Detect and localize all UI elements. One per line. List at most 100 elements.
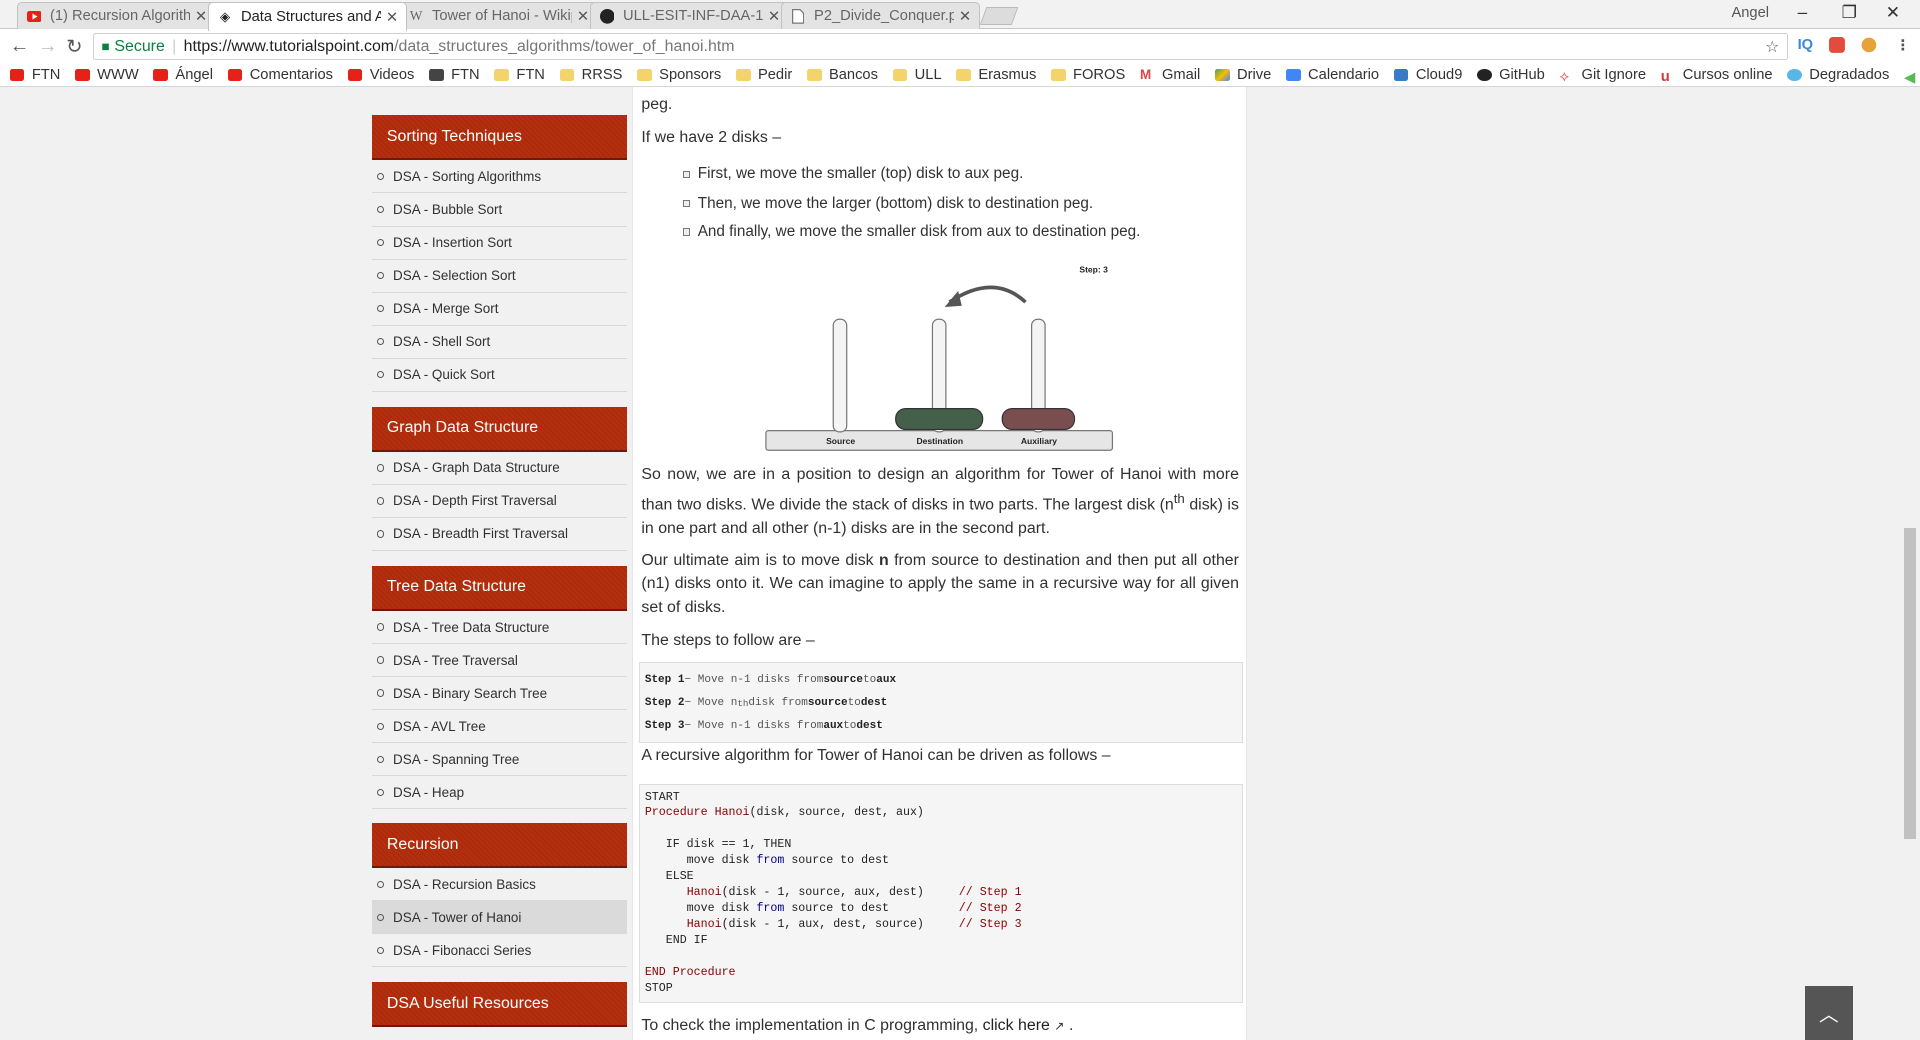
close-window-icon[interactable]: ✕ xyxy=(1886,2,1900,23)
bookmark-item[interactable]: Pedir xyxy=(735,67,792,83)
scrollbar-thumb[interactable] xyxy=(1904,527,1917,839)
bookmark-item[interactable]: Bancos xyxy=(806,66,878,83)
bookmark-item[interactable]: Degradados xyxy=(1787,67,1889,83)
bookmark-label: Calendario xyxy=(1308,66,1380,83)
sidebar-item[interactable]: DSA - Bubble Sort xyxy=(372,193,627,227)
bookmark-star-icon[interactable]: ☆ xyxy=(1765,37,1779,57)
close-icon[interactable]: ✕ xyxy=(386,9,398,26)
peg-label: Source xyxy=(826,436,855,446)
list-item: Then, we move the larger (bottom) disk t… xyxy=(683,195,1093,213)
sidebar-item[interactable]: DSA - Heap xyxy=(372,776,627,810)
reload-icon[interactable]: ↻ xyxy=(66,35,82,59)
cookie-extension-icon[interactable] xyxy=(1861,37,1877,57)
bookmark-icon xyxy=(347,68,363,81)
sidebar-item[interactable]: DSA - Tower of Hanoi xyxy=(372,901,627,935)
bookmark-item[interactable]: RRSS xyxy=(559,66,623,83)
bookmark-icon: ⟡ xyxy=(1559,68,1570,85)
sidebar-item[interactable]: DSA - Insertion Sort xyxy=(372,227,627,260)
bookmark-icon xyxy=(227,68,243,81)
bookmark-item[interactable]: GitHub xyxy=(1477,67,1545,83)
close-icon[interactable]: ✕ xyxy=(195,8,207,25)
sidebar-item[interactable]: DSA - Graph Data Structure xyxy=(372,452,627,485)
bookmark-item[interactable]: ⟡ Git Ignore xyxy=(1559,67,1646,85)
bookmark-item[interactable]: FTN xyxy=(9,67,60,83)
close-icon[interactable]: ✕ xyxy=(959,8,971,25)
bookmark-icon xyxy=(75,68,90,81)
bookmark-item[interactable]: Comentarios xyxy=(227,67,333,83)
bookmark-item[interactable]: Drive xyxy=(1215,67,1271,83)
new-tab-button[interactable] xyxy=(979,7,1019,26)
paragraph-ultimate-aim: Our ultimate aim is to move disk n from … xyxy=(641,551,1239,617)
bookmark-item[interactable]: Sponsors xyxy=(637,67,721,83)
sidebar-item[interactable]: DSA - Sorting Algorithms xyxy=(372,160,627,194)
code-line: ELSE xyxy=(644,870,694,884)
scroll-to-top-button[interactable]: ︿ xyxy=(1804,985,1853,1040)
bookmark-icon xyxy=(9,68,25,81)
sidebar-item[interactable]: DSA - Tree Traversal xyxy=(372,644,627,678)
bookmark-item[interactable]: M Gmail xyxy=(1140,67,1200,83)
sidebar-item[interactable]: DSA - Shell Sort xyxy=(372,326,627,359)
bookmark-icon xyxy=(1050,68,1066,81)
back-icon[interactable]: ← xyxy=(10,35,30,58)
restore-icon[interactable]: ❐ xyxy=(1842,2,1857,23)
sidebar-item-label: DSA - Binary Search Tree xyxy=(393,685,548,701)
minimize-icon[interactable]: – xyxy=(1798,2,1808,23)
bookmark-item[interactable]: FOROS xyxy=(1050,67,1125,83)
forward-icon[interactable]: → xyxy=(38,35,58,58)
sidebar-item[interactable]: DSA - Breadth First Traversal xyxy=(372,518,627,551)
sidebar-item-label: DSA - Quick Sort xyxy=(393,367,495,383)
sidebar-item-label: DSA - Heap xyxy=(393,784,465,800)
close-icon[interactable]: ✕ xyxy=(577,8,589,25)
wikipedia-icon: W xyxy=(409,8,423,24)
sidebar-item[interactable]: DSA - Fibonacci Series xyxy=(372,934,627,968)
bookmark-label: RRSS xyxy=(581,66,623,83)
bookmark-icon xyxy=(429,68,444,81)
tab-pdf-file[interactable]: P2_Divide_Conquer.p ✕ xyxy=(781,2,980,30)
tower-of-hanoi-figure: Step: 3 Source Destination Auxiliary xyxy=(765,265,1114,452)
bookmark-item[interactable]: u Cursos online xyxy=(1660,67,1773,85)
menu-icon[interactable]: ⋮ xyxy=(1896,37,1911,54)
bullet-icon xyxy=(377,530,385,538)
sidebar-item[interactable]: DSA - Selection Sort xyxy=(372,260,627,293)
bullet-icon xyxy=(377,656,385,664)
bookmark-item[interactable]: Calendario xyxy=(1286,67,1379,83)
bookmark-label: Bancos xyxy=(828,66,878,83)
bookmark-item[interactable]: WWW xyxy=(75,67,139,83)
profile-name[interactable]: Angel xyxy=(1731,5,1769,21)
sidebar-item[interactable]: DSA - Merge Sort xyxy=(372,293,627,326)
click-here-link[interactable]: click here xyxy=(983,1017,1050,1034)
close-icon[interactable]: ✕ xyxy=(768,8,780,25)
bookmark-item[interactable]: ◀AirDroid xyxy=(1904,67,1920,86)
tab-tower-of-hanoi-wiki[interactable]: W Tower of Hanoi - Wikip ✕ xyxy=(399,2,598,30)
bookmark-item[interactable]: ULL xyxy=(892,67,942,83)
sidebar-item[interactable]: DSA - Quick Sort xyxy=(372,359,627,392)
sidebar-item[interactable]: DSA - Recursion Basics xyxy=(372,868,627,902)
sidebar-item[interactable]: DSA - Spanning Tree xyxy=(372,743,627,777)
bookmark-item[interactable]: Erasmus xyxy=(956,67,1036,83)
sidebar-item[interactable]: DSA - Depth First Traversal xyxy=(372,485,627,518)
scrollbar[interactable] xyxy=(1900,86,1920,1040)
bullet-icon xyxy=(377,722,385,730)
tab-github-repo[interactable]: ULL-ESIT-INF-DAA-17 ✕ xyxy=(590,2,789,30)
bookmark-label: Sponsors xyxy=(659,66,722,83)
tab-recursion[interactable]: (1) Recursion Algorithm ✕ xyxy=(17,2,216,30)
bookmark-item[interactable]: FTN xyxy=(494,67,545,83)
bullet-icon xyxy=(377,755,385,763)
bookmark-icon: u xyxy=(1660,68,1670,85)
bookmark-item[interactable]: FTN xyxy=(429,67,480,83)
sidebar-item[interactable]: DSA - Binary Search Tree xyxy=(372,677,627,711)
sidebar-item[interactable]: DSA - Tree Data Structure xyxy=(372,611,627,645)
sidebar-heading-tree: Tree Data Structure xyxy=(372,565,627,611)
bookmark-item[interactable]: Cloud9 xyxy=(1393,67,1462,83)
arrow-icon xyxy=(948,285,1028,304)
bookmark-item[interactable]: Ángel xyxy=(153,67,213,83)
tab-data-structures[interactable]: ◈ Data Structures and Al ✕ xyxy=(208,2,407,31)
iq-extension-icon[interactable]: IQ xyxy=(1798,37,1814,53)
sidebar-item[interactable]: DSA - AVL Tree xyxy=(372,710,627,744)
bookmark-label: Videos xyxy=(369,66,415,83)
bookmark-item[interactable]: Videos xyxy=(347,66,415,83)
address-bar[interactable]: ■ Secure | https://www.tutorialspoint.co… xyxy=(93,33,1788,60)
extension-icon[interactable] xyxy=(1829,36,1846,57)
